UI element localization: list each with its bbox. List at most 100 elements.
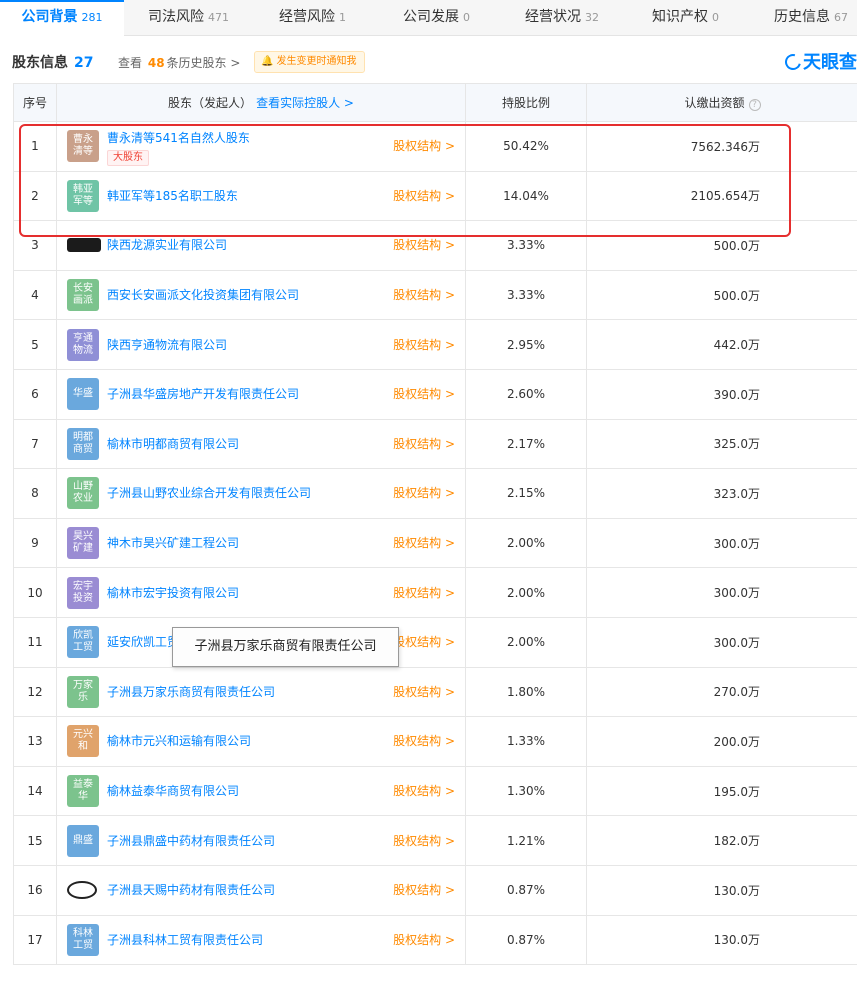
company-logo-icon: 益泰华 <box>67 775 99 808</box>
shareholder-name-link[interactable]: 子洲县山野农业综合开发有限责任公司 <box>107 485 311 501</box>
company-logo-icon: 昊兴矿建 <box>67 527 99 560</box>
shareholder-cell: 曹永清等 曹永清等541名自然人股东 大股东 股权结构 > <box>57 122 466 171</box>
company-logo-icon: 韩亚军等 <box>67 179 99 212</box>
shareholder-name-link[interactable]: 子洲县万家乐商贸有限责任公司 <box>107 684 275 700</box>
equity-structure-link[interactable]: 股权结构 > <box>393 535 455 551</box>
history-count: 48 <box>147 56 165 70</box>
tab-intellectual-property[interactable]: 知识产权 0 <box>652 0 719 36</box>
holding-ratio: 2.60% <box>466 369 587 419</box>
equity-structure-link[interactable]: 股权结构 > <box>393 188 455 204</box>
shareholder-name-link[interactable]: 韩亚军等185名职工股东 <box>107 188 238 204</box>
shareholder-cell: 益泰华 榆林益泰华商贸有限公司 股权结构 > <box>57 766 466 816</box>
shareholder-name-link[interactable]: 榆林市明都商贸有限公司 <box>107 436 239 452</box>
tab-label: 经营状况 <box>525 9 581 25</box>
history-shareholders-link[interactable]: 查看 48 条历史股东 > <box>118 54 240 71</box>
table-row: 15 鼎盛 子洲县鼎盛中药材有限责任公司 股权结构 > 1.21% 182.0万 <box>14 816 857 866</box>
tab-company-background[interactable]: 公司背景 281 <box>0 0 124 36</box>
shareholder-cell: 韩亚军等 韩亚军等185名职工股东 股权结构 > <box>57 171 466 221</box>
shareholder-name-link[interactable]: 榆林市元兴和运输有限公司 <box>107 733 251 749</box>
subscribed-capital: 7562.346万 <box>690 139 760 154</box>
shareholder-table: 序号 股东（发起人） 查看实际控股人 > 持股比例 认缴出资额? 1 曹永清等 曹永清… <box>13 83 857 966</box>
shareholder-name-link[interactable]: 子洲县天赐中药材有限责任公司 <box>107 882 275 898</box>
shareholder-name-link[interactable]: 榆林市宏宇投资有限公司 <box>107 585 239 601</box>
row-index: 10 <box>14 568 57 617</box>
equity-structure-link[interactable]: 股权结构 > <box>393 932 455 948</box>
table-header: 序号 股东（发起人） 查看实际控股人 > 持股比例 认缴出资额? <box>14 84 857 122</box>
equity-structure-link[interactable]: 股权结构 > <box>393 634 455 650</box>
holding-ratio: 2.00% <box>466 568 587 617</box>
company-logo-icon: 万家乐 <box>67 675 99 708</box>
table-row: 3 陕西龙源实业有限公司 股权结构 > 3.33% 500.0万 <box>14 221 857 271</box>
equity-structure-link[interactable]: 股权结构 > <box>393 436 455 452</box>
equity-structure-link[interactable]: 股权结构 > <box>393 882 455 898</box>
subscribed-capital: 300.0万 <box>713 536 760 551</box>
tab-count: 67 <box>834 11 848 24</box>
company-logo-icon <box>67 238 101 253</box>
equity-structure-link[interactable]: 股权结构 > <box>393 585 455 601</box>
help-icon[interactable]: ? <box>748 99 761 111</box>
shareholder-section-header: 股东信息 27 查看 48 条历史股东 > 🔔 发生变更时通知我 天眼查 <box>0 36 857 86</box>
tab-judicial-risk[interactable]: 司法风险 471 <box>148 0 229 36</box>
table-row: 14 益泰华 榆林益泰华商贸有限公司 股权结构 > 1.30% 195.0万 <box>14 766 857 817</box>
column-header-capital-text: 认缴出资额 <box>684 96 745 110</box>
shareholder-name-link[interactable]: 曹永清等541名自然人股东 <box>107 130 250 146</box>
holding-ratio: 3.33% <box>466 270 587 320</box>
shareholder-name-link[interactable]: 榆林益泰华商贸有限公司 <box>107 783 239 799</box>
equity-structure-link[interactable]: 股权结构 > <box>393 783 455 799</box>
equity-structure-link[interactable]: 股权结构 > <box>393 287 455 303</box>
subscribed-capital: 130.0万 <box>713 883 760 898</box>
equity-structure-link[interactable]: 股权结构 > <box>393 833 455 849</box>
section-title: 股东信息 27 <box>12 52 93 72</box>
holding-ratio: 0.87% <box>466 915 587 965</box>
shareholder-name-link[interactable]: 神木市昊兴矿建工程公司 <box>107 535 239 551</box>
tab-business-status[interactable]: 经营状况 32 <box>525 0 599 36</box>
holding-ratio: 2.17% <box>466 419 587 469</box>
equity-structure-link[interactable]: 股权结构 > <box>393 485 455 501</box>
tooltip: 子洲县万家乐商贸有限责任公司 <box>172 627 399 667</box>
equity-structure-link[interactable]: 股权结构 > <box>393 733 455 749</box>
company-logo-icon: 欣凯工贸 <box>67 626 99 659</box>
equity-structure-link[interactable]: 股权结构 > <box>393 237 455 253</box>
equity-structure-link[interactable]: 股权结构 > <box>393 337 455 353</box>
tab-count: 32 <box>585 11 599 24</box>
notify-label: 发生变更时通知我 <box>276 56 357 67</box>
subscribed-capital: 442.0万 <box>713 338 760 353</box>
section-title-text: 股东信息 <box>12 55 68 71</box>
brand-logo: 天眼查 <box>782 48 857 74</box>
view-actual-controller-link[interactable]: 查看实际控股人 > <box>256 96 354 110</box>
shareholder-cell: 陕西龙源实业有限公司 股权结构 > <box>57 221 466 270</box>
table-row: 1 曹永清等 曹永清等541名自然人股东 大股东 股权结构 > 50.42% 7562.34… <box>14 122 857 172</box>
company-logo-icon: 亨通物流 <box>67 328 99 361</box>
shareholder-name-link[interactable]: 陕西亨通物流有限公司 <box>107 337 227 353</box>
tab-history-info[interactable]: 历史信息 67 <box>774 0 848 36</box>
notify-on-change-button[interactable]: 🔔 发生变更时通知我 <box>254 51 366 73</box>
row-index: 15 <box>14 816 57 865</box>
equity-structure-link[interactable]: 股权结构 > <box>393 386 455 402</box>
tab-label: 公司背景 <box>21 9 78 25</box>
shareholder-name-link[interactable]: 子洲县鼎盛中药材有限责任公司 <box>107 833 275 849</box>
equity-structure-link[interactable]: 股权结构 > <box>393 138 455 154</box>
shareholder-name-link[interactable]: 西安长安画派文化投资集团有限公司 <box>107 287 299 303</box>
tab-operation-risk[interactable]: 经营风险 1 <box>279 0 346 36</box>
shareholder-name-link[interactable]: 子洲县华盛房地产开发有限责任公司 <box>107 386 299 402</box>
holding-ratio: 2.15% <box>466 469 587 518</box>
table-row: 16 子洲县天赐中药材有限责任公司 股权结构 > 0.87% 130.0万 <box>14 865 857 916</box>
holding-ratio: 2.95% <box>466 320 587 369</box>
equity-structure-link[interactable]: 股权结构 > <box>393 684 455 700</box>
company-logo-icon: 宏宇投资 <box>67 576 99 609</box>
subscribed-capital: 325.0万 <box>713 437 760 452</box>
tab-company-development[interactable]: 公司发展 0 <box>403 0 470 36</box>
shareholder-cell: 万家乐 子洲县万家乐商贸有限责任公司 股权结构 > <box>57 667 466 717</box>
shareholder-name-link[interactable]: 子洲县科林工贸有限责任公司 <box>107 932 263 948</box>
subscribed-capital: 300.0万 <box>713 586 760 601</box>
shareholder-name-link[interactable]: 陕西龙源实业有限公司 <box>107 237 227 253</box>
row-index: 7 <box>14 419 57 469</box>
column-header-ratio: 持股比例 <box>466 84 587 122</box>
company-logo-icon: 鼎盛 <box>67 824 99 857</box>
row-index: 8 <box>14 469 57 518</box>
table-row: 10 宏宇投资 榆林市宏宇投资有限公司 股权结构 > 2.00% 300.0万 <box>14 568 857 618</box>
tab-label: 公司发展 <box>403 9 459 25</box>
subscribed-capital: 270.0万 <box>713 685 760 700</box>
row-index: 9 <box>14 518 57 568</box>
holding-ratio: 1.21% <box>466 816 587 865</box>
